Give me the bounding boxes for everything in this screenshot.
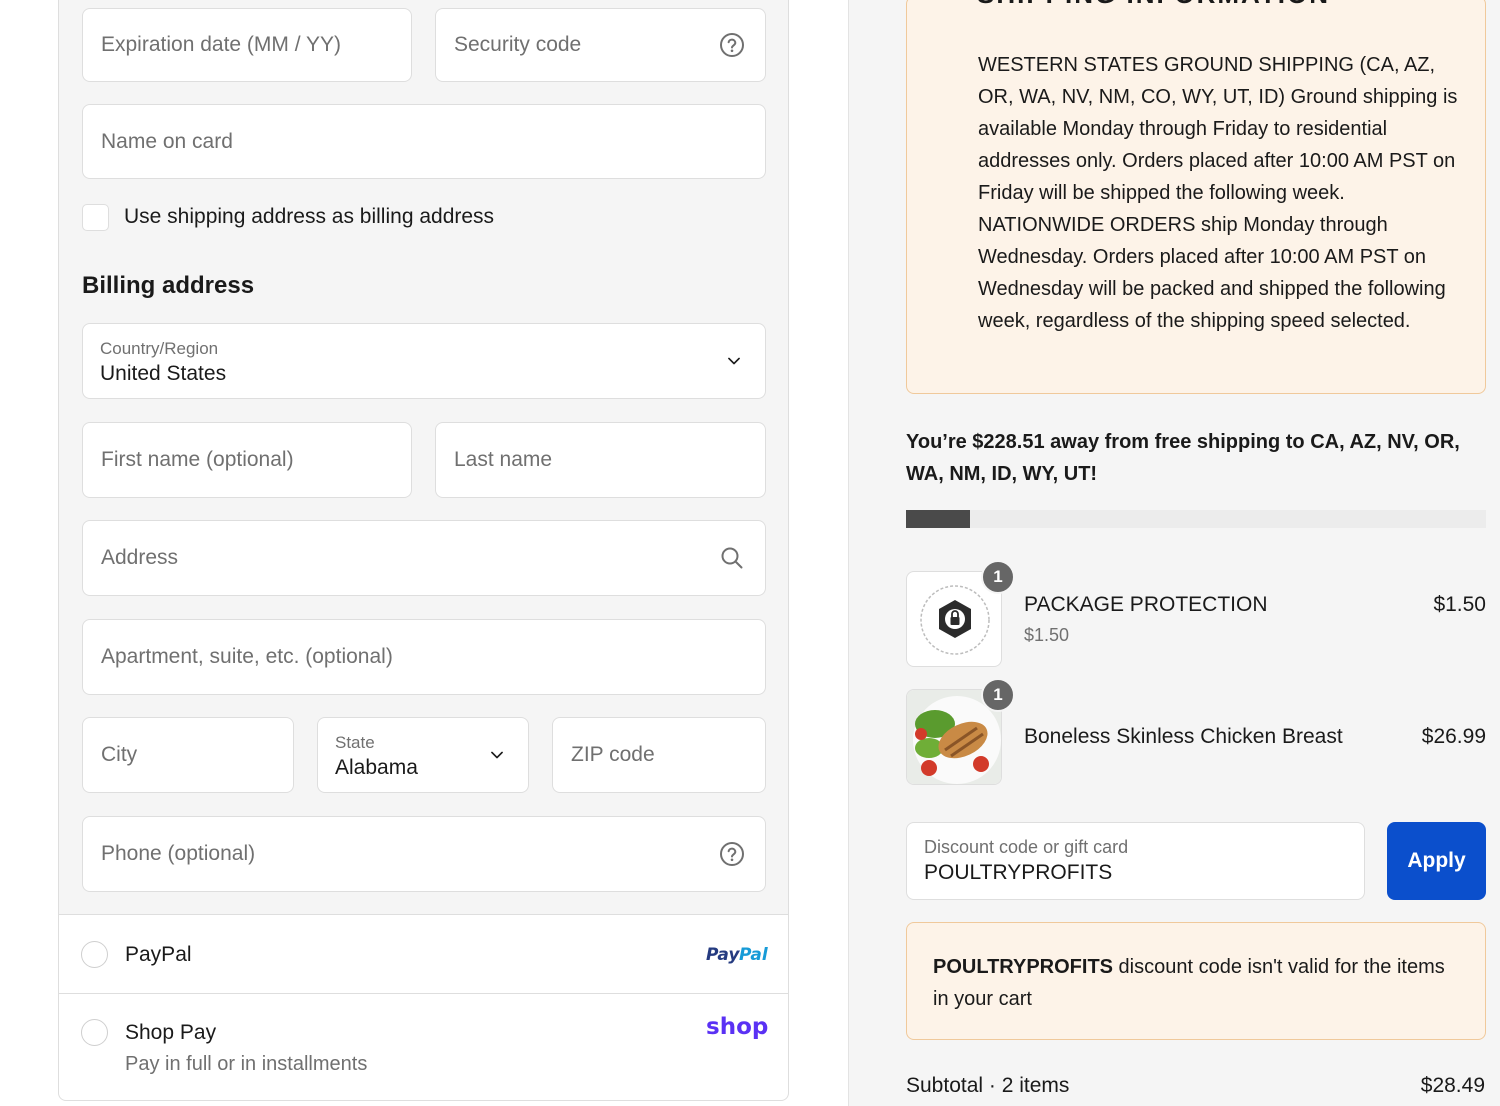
item-price: $1.50 [1433, 593, 1486, 616]
item-price: $26.99 [1421, 725, 1486, 748]
security-code-field[interactable]: Security code [435, 8, 766, 82]
apartment-placeholder: Apartment, suite, etc. (optional) [101, 645, 393, 668]
state-select[interactable]: State Alabama [317, 717, 529, 793]
svg-text:Pal: Pal [739, 945, 768, 965]
billing-address-title: Billing address [82, 272, 255, 299]
free-shipping-progress-fill [906, 510, 970, 528]
city-placeholder: City [101, 743, 138, 766]
paypal-radio[interactable] [81, 941, 108, 968]
zip-code-placeholder: ZIP code [571, 743, 655, 766]
payment-option-shop-pay[interactable]: Shop Pay Pay in full or in installments … [58, 993, 789, 1101]
free-shipping-message: You’re $228.51 away from free shipping t… [906, 431, 1460, 485]
country-region-label: Country/Region [100, 339, 219, 358]
shipping-information-notice: SHIPPING INFORMATION WESTERN STATES GROU… [906, 0, 1486, 394]
svg-text:Pay: Pay [706, 945, 740, 965]
free-shipping-progress-bar [906, 510, 1486, 528]
search-icon [721, 547, 743, 569]
help-circle-icon[interactable] [719, 32, 745, 58]
state-label: State [335, 733, 375, 752]
first-name-placeholder: First name (optional) [101, 448, 294, 471]
city-field[interactable]: City [82, 717, 294, 793]
discount-code-field[interactable]: Discount code or gift card POULTRYPROFIT… [906, 822, 1365, 900]
checkout-form-column: Expiration date (MM / YY) Security code … [0, 0, 848, 1106]
help-circle-icon[interactable] [719, 841, 745, 867]
expiration-date-field[interactable]: Expiration date (MM / YY) [82, 8, 412, 82]
item-quantity-badge: 1 [981, 678, 1015, 712]
shop-pay-label: Shop Pay [125, 1021, 217, 1044]
apply-discount-button[interactable]: Apply [1387, 822, 1486, 900]
phone-field[interactable]: Phone (optional) [82, 816, 766, 892]
discount-error-notice: POULTRYPROFITS discount code isn't valid… [906, 922, 1486, 1040]
shop-pay-logo-icon: shop [706, 1014, 768, 1040]
shipping-information-heading: SHIPPING INFORMATION [977, 0, 1330, 10]
order-summary-column: SHIPPING INFORMATION WESTERN STATES GROU… [848, 0, 1500, 1106]
shop-pay-sublabel: Pay in full or in installments [125, 1053, 368, 1075]
cart-item: 1 PACKAGE PROTECTION $1.50 $1.50 [906, 560, 1486, 669]
security-code-placeholder: Security code [454, 33, 582, 56]
subtotal-value: $28.49 [1420, 1074, 1485, 1097]
use-shipping-as-billing-checkbox[interactable] [82, 203, 109, 231]
phone-placeholder: Phone (optional) [101, 842, 256, 865]
discount-error-code: POULTRYPROFITS [933, 956, 1113, 978]
shop-pay-radio[interactable] [81, 1019, 108, 1046]
discount-code-label: Discount code or gift card [924, 837, 1129, 857]
address-placeholder: Address [101, 546, 179, 569]
subtotal-label: Subtotal · 2 items [906, 1074, 1070, 1097]
state-value: Alabama [335, 756, 418, 779]
expiration-date-placeholder: Expiration date (MM / YY) [101, 33, 342, 56]
item-unit-price: $1.50 [1024, 625, 1070, 645]
address-field[interactable]: Address [82, 520, 766, 596]
payment-option-paypal[interactable]: PayPal Pay Pal [58, 914, 789, 994]
use-shipping-as-billing-label: Use shipping address as billing address [124, 205, 495, 228]
country-region-value: United States [100, 362, 227, 385]
chevron-down-icon [728, 357, 740, 365]
apartment-field[interactable]: Apartment, suite, etc. (optional) [82, 619, 766, 695]
last-name-placeholder: Last name [454, 448, 553, 471]
discount-code-value: POULTRYPROFITS [924, 861, 1113, 884]
zip-code-field[interactable]: ZIP code [552, 717, 766, 793]
chevron-down-icon [491, 751, 503, 759]
country-region-select[interactable]: Country/Region United States [82, 323, 766, 399]
use-shipping-as-billing-row[interactable]: Use shipping address as billing address [82, 200, 494, 234]
paypal-label: PayPal [125, 943, 192, 966]
item-quantity-badge: 1 [981, 560, 1015, 594]
item-name: Boneless Skinless Chicken Breast [1024, 725, 1343, 748]
shipping-information-text: WESTERN STATES GROUND SHIPPING (CA, AZ, … [978, 54, 1458, 332]
svg-text:shop: shop [706, 1014, 768, 1040]
paypal-logo-icon: Pay Pal [706, 945, 768, 965]
name-on-card-placeholder: Name on card [101, 129, 233, 153]
last-name-field[interactable]: Last name [435, 422, 766, 498]
cart-item: 1 Boneless Skinless Chicken Breast $26.9… [906, 678, 1486, 787]
name-on-card-field[interactable]: Name on card [82, 104, 766, 179]
item-name: PACKAGE PROTECTION [1024, 593, 1268, 616]
first-name-field[interactable]: First name (optional) [82, 422, 412, 498]
discount-error-text: POULTRYPROFITS discount code isn't valid… [933, 951, 1453, 1015]
